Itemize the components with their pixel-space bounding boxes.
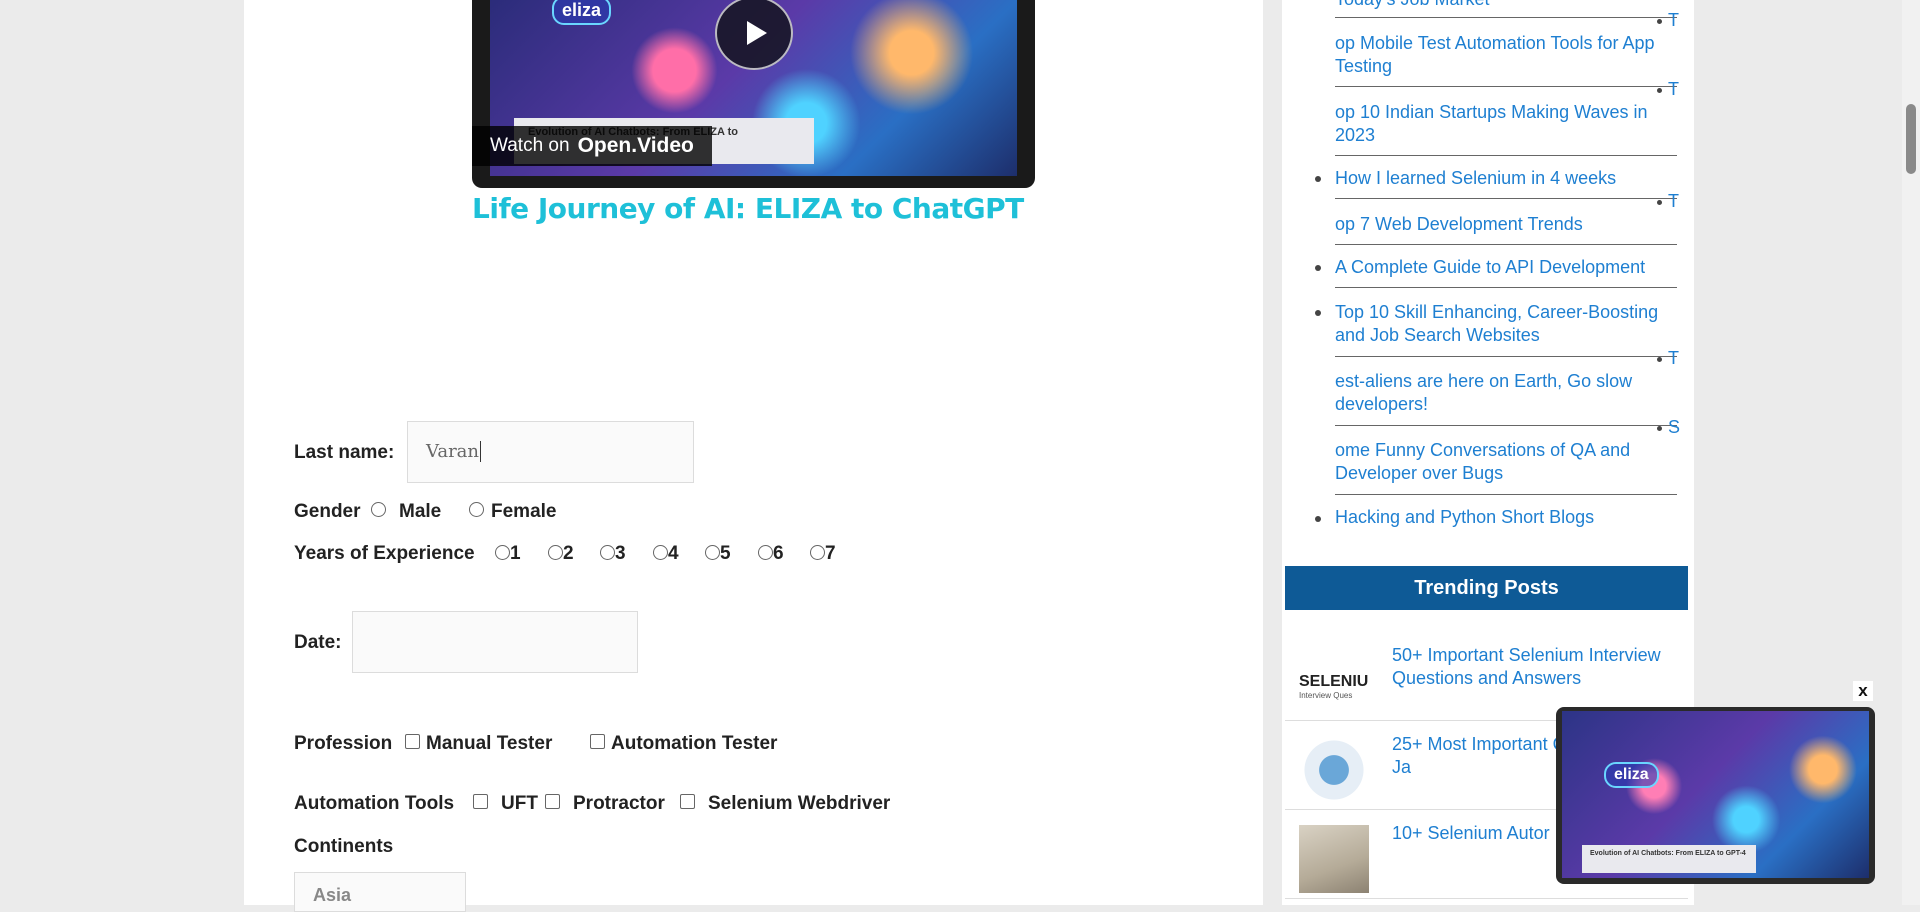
bullet bbox=[1315, 310, 1321, 316]
experience-radio-4[interactable] bbox=[653, 545, 668, 560]
thumbnail-text: SELENIU bbox=[1299, 673, 1369, 690]
last-name-value: Varan bbox=[426, 441, 480, 462]
gender-female-label: Female bbox=[491, 501, 557, 522]
divider bbox=[1335, 17, 1677, 18]
sidebar-link-fragment[interactable]: T bbox=[1657, 191, 1679, 212]
selenium-webdriver-checkbox[interactable] bbox=[680, 794, 695, 809]
gender-male-radio[interactable] bbox=[371, 502, 386, 517]
sidebar-link-funny-qa[interactable]: ome Funny Conversations of QA and Develo… bbox=[1335, 439, 1677, 485]
date-input[interactable] bbox=[352, 611, 638, 673]
automation-tester-checkbox[interactable] bbox=[590, 734, 605, 749]
bullet bbox=[1315, 176, 1321, 182]
date-label: Date: bbox=[294, 632, 342, 653]
experience-label: Years of Experience bbox=[294, 543, 475, 564]
sidebar-link-mobile-test-tools[interactable]: op Mobile Test Automation Tools for App … bbox=[1335, 32, 1677, 78]
divider bbox=[1335, 155, 1677, 156]
experience-option-2: 2 bbox=[563, 543, 574, 564]
sidebar-link-indian-startups[interactable]: op 10 Indian Startups Making Waves in 20… bbox=[1335, 101, 1677, 147]
eliza-logo: eliza bbox=[552, 0, 612, 25]
uft-label: UFT bbox=[501, 793, 538, 814]
watch-on-label: Watch on bbox=[490, 135, 570, 156]
laptop-thumbnail bbox=[1299, 825, 1369, 893]
divider bbox=[1335, 198, 1677, 199]
bullet bbox=[1315, 516, 1321, 522]
close-icon[interactable]: x bbox=[1853, 681, 1873, 701]
mini-video-caption: Evolution of AI Chatbots: From ELIZA to … bbox=[1582, 845, 1756, 873]
experience-radio-7[interactable] bbox=[810, 545, 825, 560]
divider bbox=[1335, 425, 1677, 426]
gender-label: Gender bbox=[294, 501, 361, 522]
sidebar-link-skill-websites[interactable]: Top 10 Skill Enhancing, Career-Boosting … bbox=[1335, 301, 1677, 347]
experience-radio-6[interactable] bbox=[758, 545, 773, 560]
experience-radio-5[interactable] bbox=[705, 545, 720, 560]
automation-tester-label: Automation Tester bbox=[611, 733, 778, 754]
sidebar-link-hacking-python[interactable]: Hacking and Python Short Blogs bbox=[1335, 506, 1677, 529]
sidebar-link-fragment[interactable]: T bbox=[1657, 348, 1679, 369]
sidebar-link-fragment[interactable]: T bbox=[1657, 79, 1679, 100]
video-title[interactable]: Life Journey of AI: ELIZA to ChatGPT bbox=[472, 192, 1024, 225]
automation-tools-label: Automation Tools bbox=[294, 793, 455, 814]
video-player[interactable]: eliza Evolution of AI Chatbots: From ELI… bbox=[472, 0, 1035, 188]
experience-option-1: 1 bbox=[510, 543, 521, 564]
continents-label: Continents bbox=[294, 836, 394, 857]
brand-label: Open.Video bbox=[577, 134, 694, 157]
watch-on-button[interactable]: Watch on Open.Video bbox=[472, 126, 712, 166]
divider bbox=[1335, 356, 1677, 357]
divider bbox=[1335, 287, 1677, 288]
experience-radio-2[interactable] bbox=[548, 545, 563, 560]
profession-label: Profession bbox=[294, 733, 393, 754]
protractor-label: Protractor bbox=[573, 793, 665, 814]
sidebar-link-job-market[interactable]: Today's Job Market bbox=[1335, 0, 1677, 11]
sidebar-link-fragment[interactable]: T bbox=[1657, 10, 1679, 31]
divider bbox=[1335, 86, 1677, 87]
commands-thumbnail bbox=[1299, 736, 1369, 804]
continents-select[interactable]: Asia bbox=[294, 872, 466, 912]
sidebar-link-selenium-4-weeks[interactable]: How I learned Selenium in 4 weeks bbox=[1335, 167, 1677, 190]
experience-option-7: 7 bbox=[825, 543, 836, 564]
last-name-input[interactable]: Varan bbox=[407, 421, 694, 483]
experience-option-4: 4 bbox=[668, 543, 679, 564]
last-name-label: Last name: bbox=[294, 442, 395, 463]
trending-link-selenium-interview[interactable]: 50+ Important Selenium Interview Questio… bbox=[1392, 644, 1682, 690]
manual-tester-label: Manual Tester bbox=[426, 733, 553, 754]
divider bbox=[1335, 494, 1677, 495]
scrollbar-thumb[interactable] bbox=[1906, 104, 1916, 174]
uft-checkbox[interactable] bbox=[473, 794, 488, 809]
experience-option-5: 5 bbox=[720, 543, 731, 564]
bullet bbox=[1315, 265, 1321, 271]
divider bbox=[1335, 244, 1677, 245]
thumbnail-subtext: Interview Ques bbox=[1299, 691, 1353, 700]
experience-radio-3[interactable] bbox=[600, 545, 615, 560]
sidebar-link-web-dev-trends[interactable]: op 7 Web Development Trends bbox=[1335, 213, 1677, 236]
eliza-logo: eliza bbox=[1604, 762, 1659, 788]
experience-radio-1[interactable] bbox=[495, 545, 510, 560]
trending-posts-header: Trending Posts bbox=[1285, 566, 1688, 610]
mini-video-player[interactable]: eliza Evolution of AI Chatbots: From ELI… bbox=[1556, 707, 1875, 884]
gender-male-label: Male bbox=[399, 501, 442, 522]
experience-option-3: 3 bbox=[615, 543, 626, 564]
gender-female-radio[interactable] bbox=[469, 502, 484, 517]
manual-tester-checkbox[interactable] bbox=[405, 734, 420, 749]
sidebar-link-api-guide[interactable]: A Complete Guide to API Development bbox=[1335, 256, 1677, 279]
sidebar-link-fragment[interactable]: S bbox=[1657, 417, 1680, 438]
play-icon bbox=[747, 21, 767, 45]
experience-option-6: 6 bbox=[773, 543, 784, 564]
protractor-checkbox[interactable] bbox=[545, 794, 560, 809]
sidebar-link-test-aliens[interactable]: est-aliens are here on Earth, Go slow de… bbox=[1335, 370, 1677, 416]
selenium-webdriver-label: Selenium Webdriver bbox=[708, 793, 891, 814]
selenium-thumbnail: SELENIU Interview Ques bbox=[1299, 647, 1369, 715]
